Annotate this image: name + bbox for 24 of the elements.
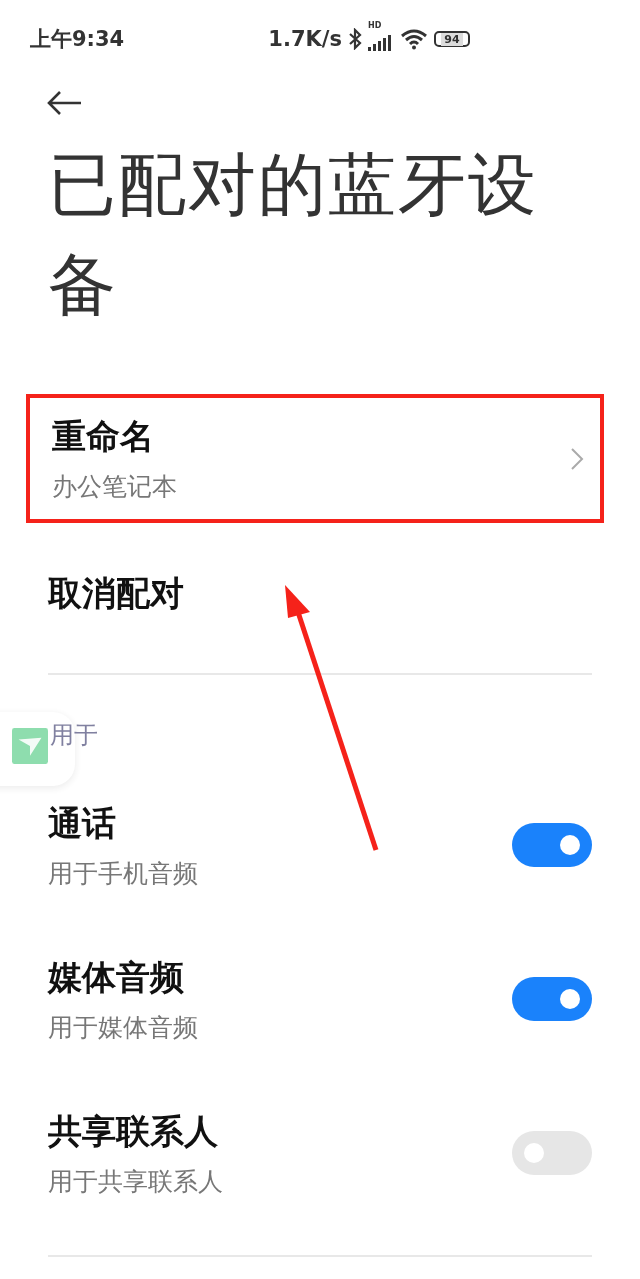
- hd-label: HD: [368, 21, 382, 30]
- toggle-label: 媒体音频: [48, 955, 185, 999]
- toggle-switch[interactable]: [512, 1131, 592, 1175]
- toggle-label: 共享联系人: [48, 1109, 219, 1153]
- battery-icon: 94: [434, 31, 470, 47]
- toggle-description: 用于手机音频: [48, 857, 198, 890]
- network-speed: 1.7K/s: [268, 27, 342, 51]
- toggle-switch[interactable]: [512, 823, 592, 867]
- wifi-icon: [400, 28, 428, 50]
- page-title: 已配对的蓝牙设备: [48, 144, 539, 326]
- section-header: 用于: [50, 720, 98, 751]
- signal-icon: [368, 35, 394, 51]
- back-icon[interactable]: [46, 90, 82, 116]
- bluetooth-icon: [348, 28, 362, 50]
- unpair-item[interactable]: 取消配对: [48, 571, 184, 617]
- toggle-switch[interactable]: [512, 977, 592, 1021]
- plane-icon: [12, 726, 48, 766]
- floating-widget[interactable]: [0, 712, 75, 786]
- rename-item[interactable]: 重命名 办公笔记本: [26, 394, 604, 523]
- chevron-right-icon: [570, 446, 584, 471]
- toggle-description: 用于媒体音频: [48, 1011, 198, 1044]
- toggle-description: 用于共享联系人: [48, 1165, 223, 1198]
- toggle-label: 通话: [48, 801, 117, 845]
- status-time: 上午9:34: [30, 26, 125, 53]
